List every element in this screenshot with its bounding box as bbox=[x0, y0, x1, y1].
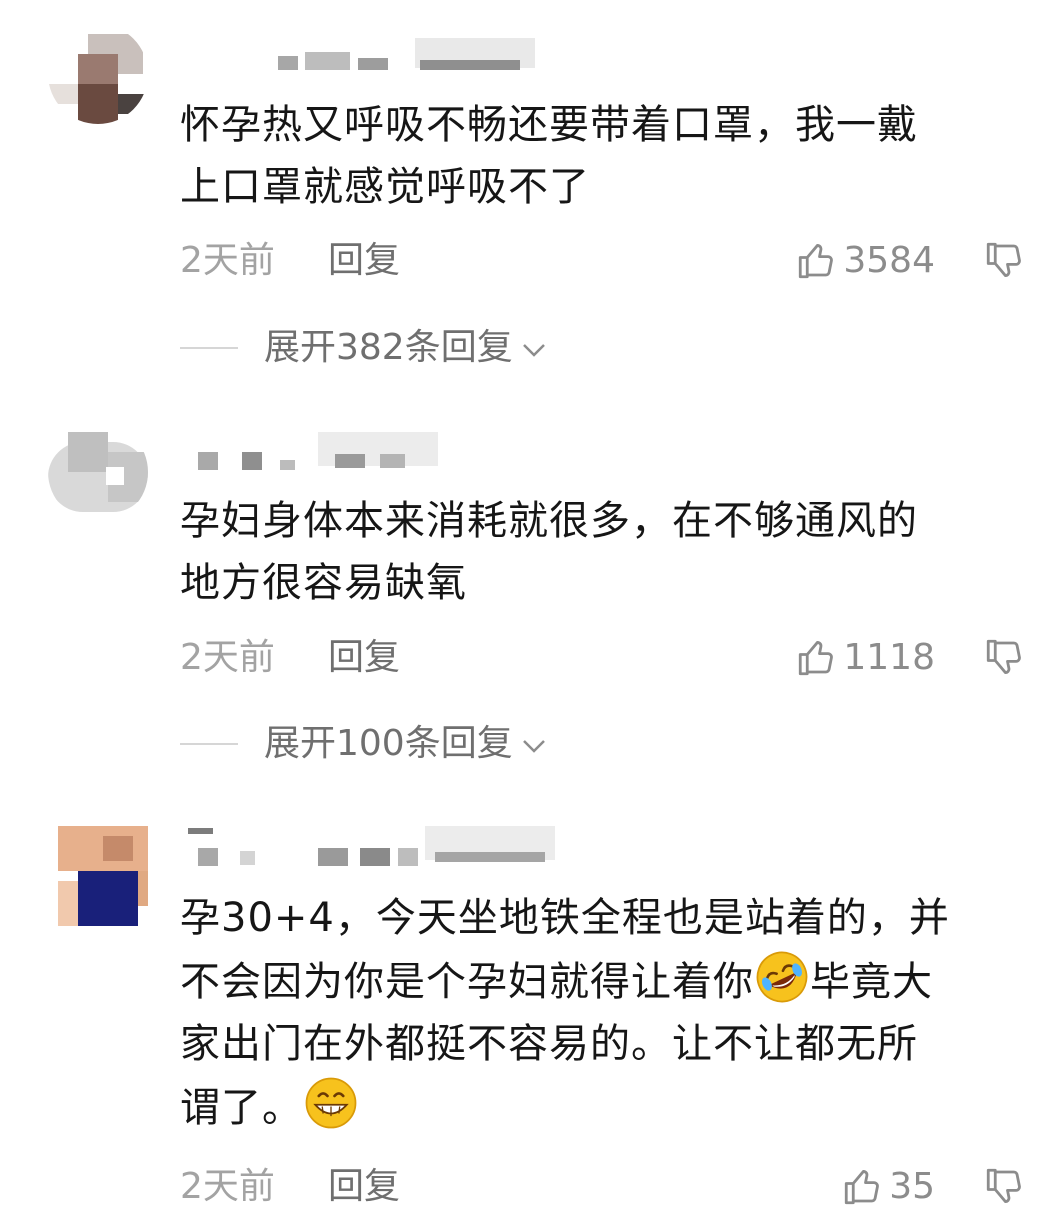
avatar[interactable] bbox=[48, 826, 148, 926]
comment-text-line: 家出门在外都挺不容易的。让不让都无所 bbox=[180, 1021, 918, 1067]
comment-text-line: 毕竟大 bbox=[810, 959, 933, 1005]
comment-meta: 2天前 回复 3584 bbox=[180, 236, 1025, 286]
comment-meta: 2天前 回复 35 bbox=[180, 1162, 1025, 1212]
username-masked[interactable] bbox=[180, 826, 560, 866]
reply-button[interactable]: 回复 bbox=[328, 633, 400, 683]
expand-replies-label: 展开100条回复 bbox=[264, 723, 513, 764]
like-button[interactable]: 35 bbox=[841, 1162, 935, 1212]
like-count: 1118 bbox=[843, 637, 935, 678]
username-masked[interactable] bbox=[180, 36, 560, 76]
rolling-laughing-emoji bbox=[756, 951, 808, 1003]
comment-text: 孕30+4，今天坐地铁全程也是站着的，并 不会因为你是个孕妇就得让着你 毕竟大 家… bbox=[180, 887, 1010, 1139]
avatar[interactable] bbox=[48, 24, 148, 124]
reply-button[interactable]: 回复 bbox=[328, 1162, 400, 1212]
grinning-emoji bbox=[305, 1077, 357, 1129]
comment-text-line: 上口罩就感觉呼吸不了 bbox=[180, 164, 590, 210]
avatar[interactable] bbox=[48, 422, 148, 522]
expand-replies-label: 展开382条回复 bbox=[264, 327, 513, 368]
comment-text-line: 谓了。 bbox=[180, 1085, 303, 1131]
comment-text: 怀孕热又呼吸不畅还要带着口罩，我一戴 上口罩就感觉呼吸不了 bbox=[180, 94, 1010, 218]
like-button[interactable]: 1118 bbox=[795, 633, 935, 683]
comment-text-line: 孕30+4，今天坐地铁全程也是站着的，并 bbox=[180, 895, 950, 941]
dislike-button[interactable] bbox=[983, 1165, 1025, 1211]
thumbs-down-icon bbox=[986, 1168, 1021, 1203]
comment-text-line: 地方很容易缺氧 bbox=[180, 560, 467, 606]
username-masked[interactable] bbox=[180, 432, 560, 472]
comment-meta: 2天前 回复 1118 bbox=[180, 633, 1025, 683]
divider bbox=[180, 743, 238, 745]
comment-time: 2天前 bbox=[180, 240, 275, 281]
like-count: 3584 bbox=[843, 240, 935, 281]
comment-time: 2天前 bbox=[180, 1166, 275, 1207]
reply-button[interactable]: 回复 bbox=[328, 236, 400, 286]
comment-text: 孕妇身体本来消耗就很多，在不够通风的 地方很容易缺氧 bbox=[180, 490, 1010, 614]
comment-text-line: 怀孕热又呼吸不畅还要带着口罩，我一戴 bbox=[180, 102, 918, 148]
chevron-down-icon bbox=[522, 740, 545, 753]
thumbs-down-icon bbox=[986, 242, 1021, 277]
like-count: 35 bbox=[889, 1166, 935, 1207]
comment-time: 2天前 bbox=[180, 637, 275, 678]
thumbs-up-icon bbox=[799, 641, 834, 676]
chevron-down-icon bbox=[522, 344, 545, 357]
thumbs-up-icon bbox=[845, 1170, 880, 1205]
divider bbox=[180, 347, 238, 349]
comment-text-line: 孕妇身体本来消耗就很多，在不够通风的 bbox=[180, 498, 918, 544]
expand-replies-button[interactable]: 展开100条回复 bbox=[180, 719, 680, 769]
expand-replies-button[interactable]: 展开382条回复 bbox=[180, 323, 680, 373]
comment-text-line: 不会因为你是个孕妇就得让着你 bbox=[180, 959, 754, 1005]
thumbs-up-icon bbox=[799, 244, 834, 279]
dislike-button[interactable] bbox=[983, 239, 1025, 285]
like-button[interactable]: 3584 bbox=[795, 236, 935, 286]
thumbs-down-icon bbox=[986, 639, 1021, 674]
dislike-button[interactable] bbox=[983, 636, 1025, 682]
